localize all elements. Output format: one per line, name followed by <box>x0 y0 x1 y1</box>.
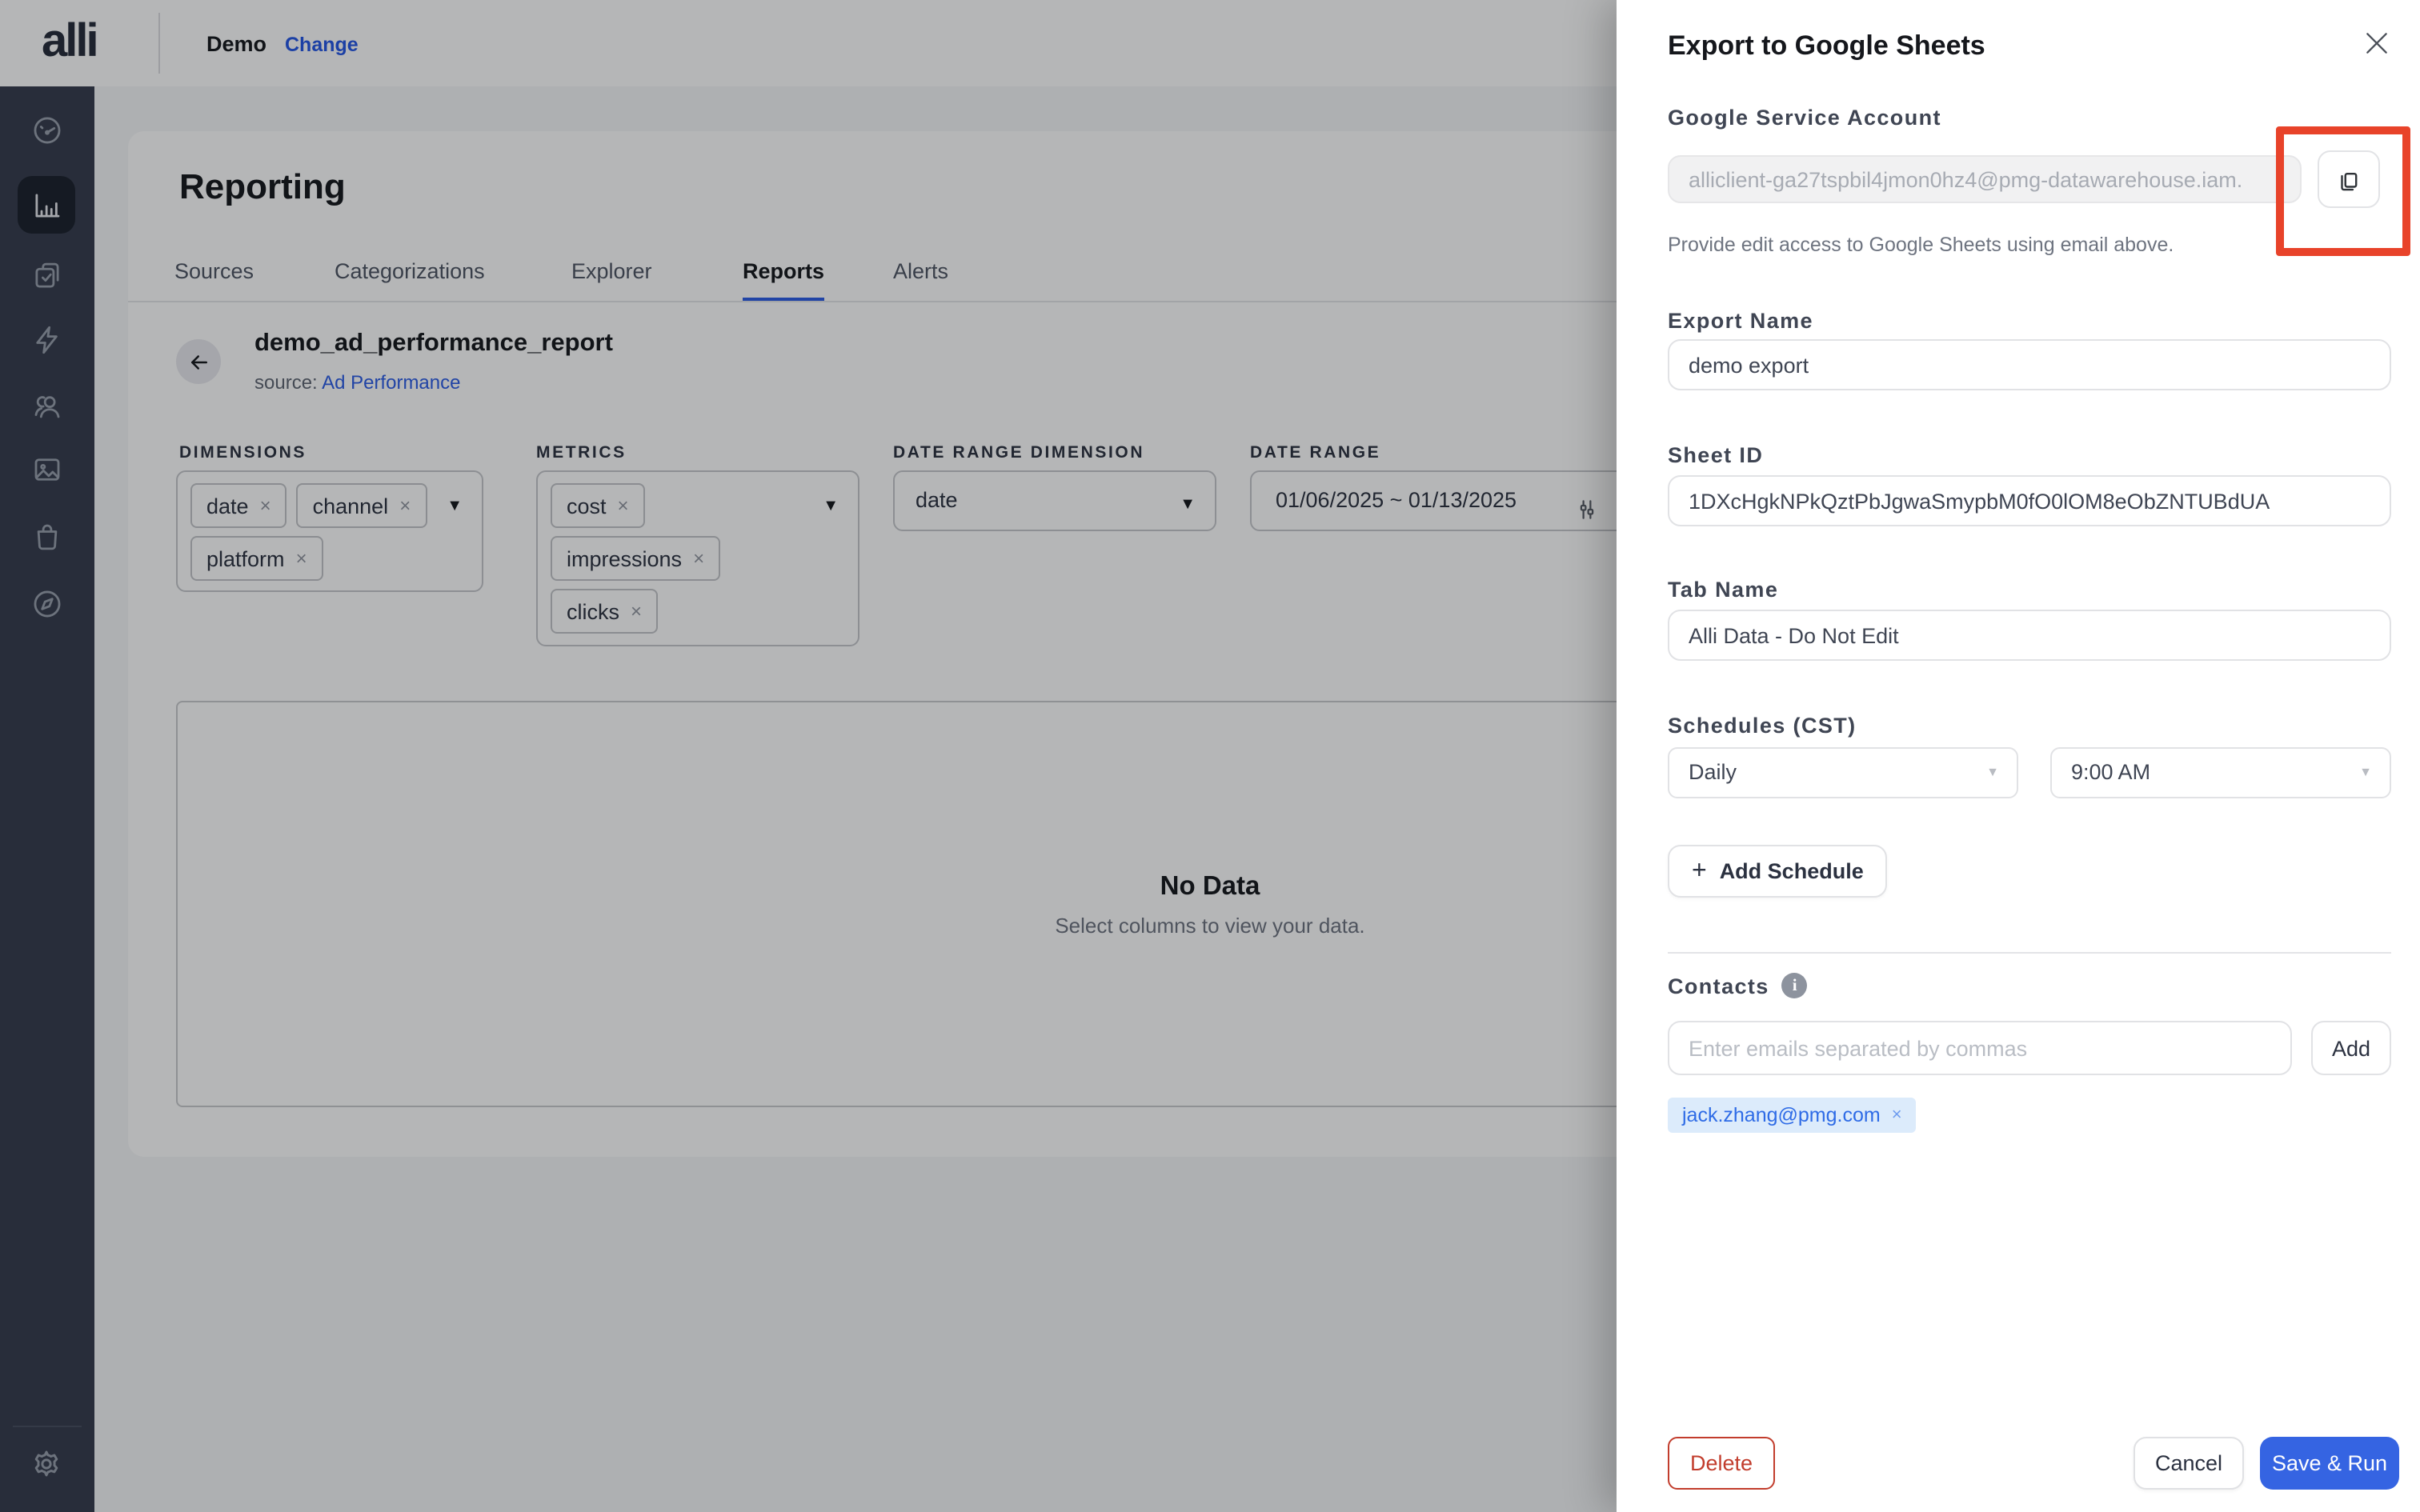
export-to-google-sheets-panel: Export to Google Sheets Google Service A… <box>1617 0 2420 1512</box>
contacts-email-input[interactable] <box>1668 1021 2292 1075</box>
copy-service-account-button[interactable] <box>2318 150 2380 208</box>
contact-chip: jack.zhang@pmg.com × <box>1668 1098 1917 1133</box>
schedules-label: Schedules (CST) <box>1668 714 1857 738</box>
schedule-frequency-select[interactable]: Daily ▼ <box>1668 747 2018 798</box>
sheet-id-label: Sheet ID <box>1668 443 1764 467</box>
chevron-down-icon: ▼ <box>1986 765 1999 779</box>
export-name-input[interactable] <box>1668 339 2391 390</box>
service-account-label: Google Service Account <box>1668 106 1941 130</box>
service-account-helper: Provide edit access to Google Sheets usi… <box>1668 234 2174 256</box>
modal-overlay[interactable] <box>0 0 1617 1512</box>
service-account-input <box>1668 155 2302 203</box>
add-schedule-button[interactable]: + Add Schedule <box>1668 845 1888 898</box>
save-and-run-button[interactable]: Save & Run <box>2260 1437 2399 1490</box>
contacts-header: Contacts i <box>1668 973 1808 998</box>
close-panel-button[interactable] <box>2361 27 2393 59</box>
tab-name-label: Tab Name <box>1668 578 1779 602</box>
chevron-down-icon: ▼ <box>2359 765 2372 779</box>
export-name-label: Export Name <box>1668 309 1813 333</box>
remove-contact-icon[interactable]: × <box>1892 1106 1902 1125</box>
delete-button[interactable]: Delete <box>1668 1437 1776 1490</box>
copy-icon <box>2341 172 2358 190</box>
info-icon[interactable]: i <box>1781 973 1808 998</box>
sheet-id-input[interactable] <box>1668 475 2391 526</box>
close-icon <box>2366 33 2387 54</box>
panel-title: Export to Google Sheets <box>1668 30 1985 61</box>
tab-name-input[interactable] <box>1668 610 2391 661</box>
schedule-time-select[interactable]: 9:00 AM ▼ <box>2050 747 2391 798</box>
app-root: alli Demo Change Reporting Sources Categ… <box>0 0 2420 1512</box>
plus-icon: + <box>1692 857 1707 884</box>
contacts-label: Contacts <box>1668 974 1769 998</box>
add-contact-button[interactable]: Add <box>2311 1021 2391 1075</box>
panel-divider <box>1668 952 2391 954</box>
cancel-button[interactable]: Cancel <box>2134 1437 2244 1490</box>
